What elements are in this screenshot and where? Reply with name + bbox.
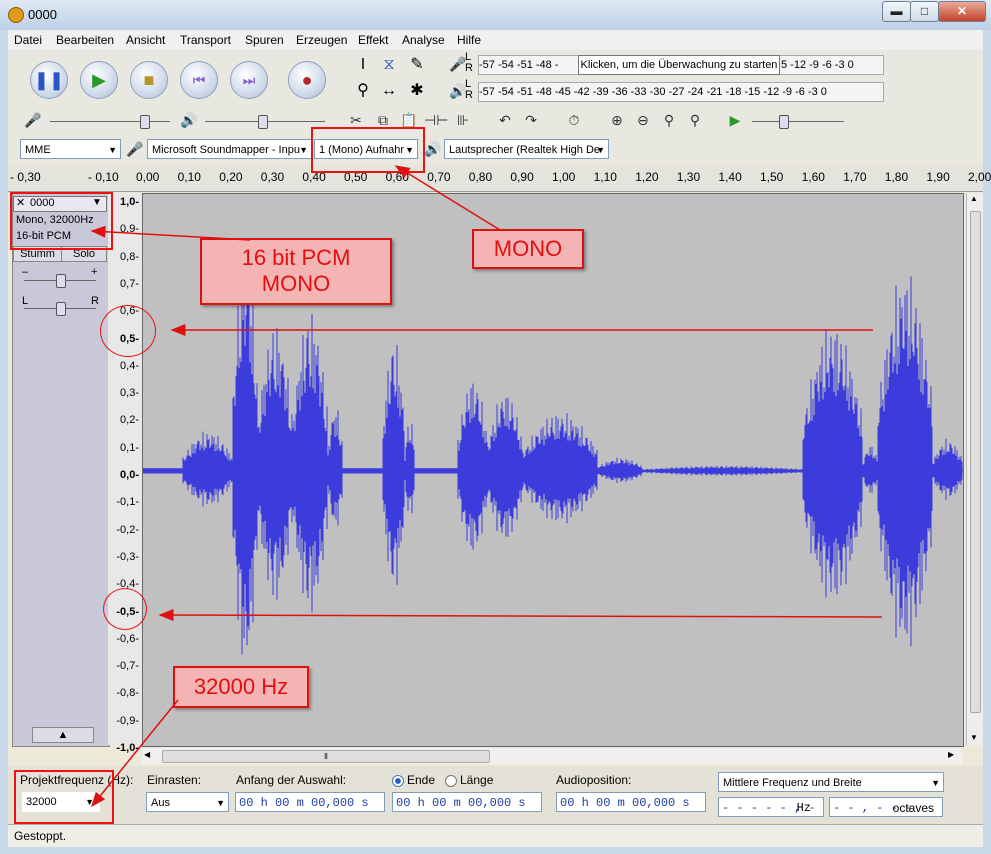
annotation-arrow-lower: [158, 609, 883, 622]
application-window: 0000 ▬ □ ✕ Datei Bearbeiten Ansicht Tran…: [0, 0, 991, 854]
annotation-arrow-mono: [394, 165, 501, 231]
annotation-arrows: [90, 165, 883, 808]
annotation-arrow-hz: [91, 699, 179, 808]
annotation-arrow-pcm: [90, 225, 251, 241]
